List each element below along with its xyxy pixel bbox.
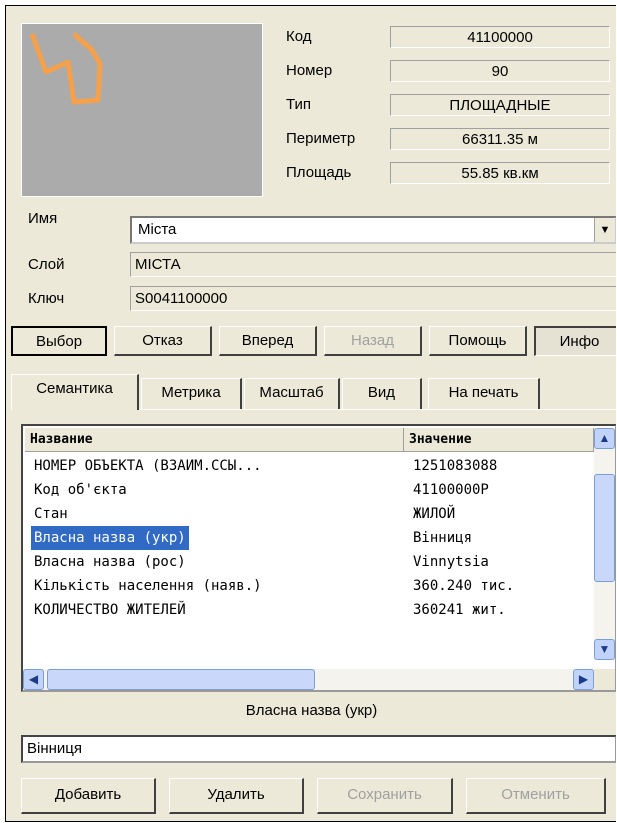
editor-caption: Власна назва (укр) [245, 702, 378, 719]
list-item-value: Вінниця [413, 530, 473, 546]
column-header-name[interactable]: Название [25, 428, 404, 452]
tab-print[interactable]: На печать [428, 378, 540, 409]
column-header-value[interactable]: Значение [404, 428, 594, 452]
vertical-scrollbar[interactable]: ▲ ▼ [594, 428, 615, 660]
horizontal-scrollbar[interactable]: ◀ ▶ [23, 669, 594, 690]
scroll-corner [594, 669, 615, 690]
prop-value-area: 55.85 кв.км [390, 162, 610, 184]
prop-label-area: Площадь [286, 164, 352, 181]
forward-button[interactable]: Вперед [219, 326, 317, 356]
object-info-panel: Код 41100000 Номер 90 Тип ПЛОЩАДНЫЕ Пери… [5, 5, 616, 822]
arrow-left-icon[interactable]: ◀ [23, 669, 44, 690]
cancel-button[interactable]: Отказ [114, 326, 212, 356]
horizontal-scroll-thumb[interactable] [47, 669, 315, 690]
back-button[interactable]: Назад [324, 326, 422, 356]
delete-button[interactable]: Удалить [169, 778, 304, 814]
prop-value-type: ПЛОЩАДНЫЕ [390, 94, 610, 116]
prop-label-type: Тип [286, 96, 312, 113]
semantics-list[interactable]: Название Значение НОМЕР ОБЪЕКТА (ВЗАИМ.С… [21, 424, 616, 692]
save-button[interactable]: Сохранить [317, 778, 453, 814]
key-field: S0041100000 [130, 286, 616, 311]
list-item-name: Кількість населення (наяв.) [34, 578, 262, 594]
list-item-value: 41100000P [413, 482, 489, 498]
name-combobox[interactable]: Міста ▼ [130, 216, 616, 244]
name-combobox-value: Міста [138, 221, 177, 238]
add-button[interactable]: Добавить [21, 778, 156, 814]
key-label: Ключ [28, 290, 65, 307]
list-item-name: Власна назва (рос) [34, 554, 186, 570]
value-input[interactable]: Вінниця [21, 735, 616, 763]
list-item-value: 360241 жит. [413, 602, 506, 618]
list-item-value: Vinnytsia [413, 554, 489, 570]
prop-label-perimeter: Периметр [286, 130, 356, 147]
tab-metrics[interactable]: Метрика [141, 378, 242, 409]
arrow-right-icon[interactable]: ▶ [573, 669, 594, 690]
tab-scale[interactable]: Масштаб [244, 378, 340, 409]
layer-label: Слой [28, 256, 65, 273]
prop-label-code: Код [286, 28, 312, 45]
select-button[interactable]: Выбор [11, 326, 107, 356]
info-button[interactable]: Инфо [534, 326, 616, 356]
list-item-name: НОМЕР ОБЪЕКТА (ВЗАИМ.ССЫ... [34, 458, 262, 474]
list-item-name: Код об'єкта [34, 482, 127, 498]
list-item-name: Власна назва (укр) [31, 526, 189, 550]
list-item-value: ЖИЛОЙ [413, 506, 456, 522]
help-button[interactable]: Помощь [429, 326, 527, 356]
list-item-name: КОЛИЧЕСТВО ЖИТЕЛЕЙ [34, 602, 186, 618]
tab-semantics[interactable]: Семантика [11, 374, 139, 410]
arrow-up-icon[interactable]: ▲ [594, 428, 615, 449]
list-item-value: 1251083088 [413, 458, 498, 474]
prop-value-number: 90 [390, 60, 610, 82]
vertical-scroll-thumb[interactable] [594, 474, 615, 582]
arrow-down-icon[interactable]: ▼ [594, 639, 615, 660]
prop-label-number: Номер [286, 62, 333, 79]
list-item-name: Стан [34, 506, 68, 522]
chevron-down-icon[interactable]: ▼ [594, 218, 615, 242]
object-shape [29, 32, 103, 105]
layer-field: МІСТА [130, 252, 616, 277]
name-label: Имя [28, 210, 58, 227]
prop-value-code: 41100000 [390, 26, 610, 48]
revert-button[interactable]: Отменить [466, 778, 606, 814]
list-item-value: 360.240 тис. [413, 578, 515, 594]
tab-view[interactable]: Вид [342, 378, 422, 409]
prop-value-perimeter: 66311.35 м [390, 128, 610, 150]
object-preview [21, 23, 263, 197]
